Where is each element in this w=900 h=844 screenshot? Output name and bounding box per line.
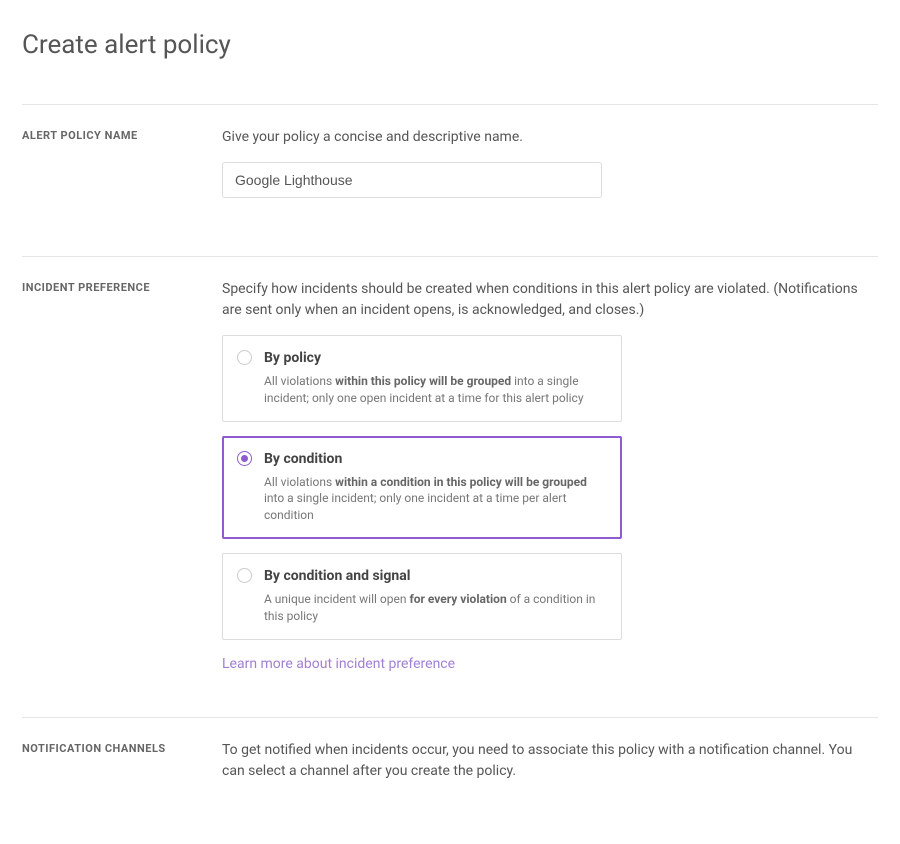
section-content-notification: To get notified when incidents occur, yo… xyxy=(222,740,878,782)
section-notification-channels: NOTIFICATION CHANNELS To get notified wh… xyxy=(22,717,878,804)
section-label-name: ALERT POLICY NAME xyxy=(22,127,222,198)
radio-icon xyxy=(237,451,252,466)
radio-by-condition-signal[interactable]: By condition and signal A unique inciden… xyxy=(222,553,622,640)
radio-title: By condition xyxy=(264,449,607,470)
radio-icon xyxy=(237,568,252,583)
section-content-incident: Specify how incidents should be created … xyxy=(222,279,878,675)
radio-desc: All violations within this policy will b… xyxy=(264,373,607,407)
radio-by-condition[interactable]: By condition All violations within a con… xyxy=(222,436,622,539)
notification-help-text: To get notified when incidents occur, yo… xyxy=(222,740,878,782)
name-help-text: Give your policy a concise and descripti… xyxy=(222,127,878,148)
section-incident-preference: INCIDENT PREFERENCE Specify how incident… xyxy=(22,256,878,717)
radio-icon xyxy=(237,350,252,365)
radio-body: By condition All violations within a con… xyxy=(264,449,607,524)
section-label-incident: INCIDENT PREFERENCE xyxy=(22,279,222,675)
section-alert-policy-name: ALERT POLICY NAME Give your policy a con… xyxy=(22,104,878,256)
radio-desc: A unique incident will open for every vi… xyxy=(264,591,607,625)
radio-desc: All violations within a condition in thi… xyxy=(264,474,607,524)
policy-name-input[interactable] xyxy=(222,162,602,198)
radio-by-policy[interactable]: By policy All violations within this pol… xyxy=(222,335,622,422)
radio-body: By condition and signal A unique inciden… xyxy=(264,566,607,625)
learn-more-link[interactable]: Learn more about incident preference xyxy=(222,656,455,672)
section-label-notification: NOTIFICATION CHANNELS xyxy=(22,740,222,782)
radio-body: By policy All violations within this pol… xyxy=(264,348,607,407)
page-title: Create alert policy xyxy=(22,30,878,60)
radio-title: By condition and signal xyxy=(264,566,607,587)
radio-title: By policy xyxy=(264,348,607,369)
section-content-name: Give your policy a concise and descripti… xyxy=(222,127,878,198)
incident-help-text: Specify how incidents should be created … xyxy=(222,279,878,321)
